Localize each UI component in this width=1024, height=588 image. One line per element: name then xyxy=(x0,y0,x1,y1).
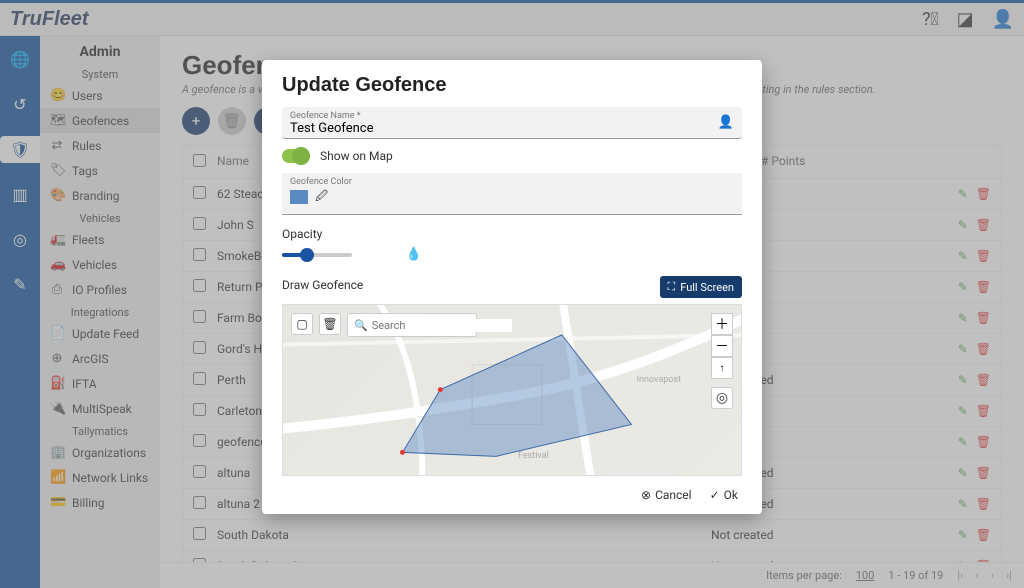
geofence-color-label: Geofence Color xyxy=(290,177,734,187)
slider-thumb[interactable] xyxy=(300,248,314,262)
map-draw-rect-icon[interactable]: ▢ xyxy=(291,313,313,335)
ok-button[interactable]: ✓ Ok xyxy=(710,488,738,502)
opacity-label: Opacity xyxy=(282,227,742,241)
show-on-map-toggle[interactable] xyxy=(282,149,310,163)
cancel-icon: ⊗ xyxy=(641,488,651,502)
cancel-button[interactable]: ⊗ Cancel xyxy=(641,488,692,502)
map-delete-icon[interactable]: 🗑 xyxy=(319,313,341,335)
zoom-in-button[interactable]: ＋ xyxy=(711,313,733,335)
map-search-box[interactable]: 🔍 xyxy=(347,313,477,337)
show-on-map-label: Show on Map xyxy=(320,149,393,163)
modal-overlay[interactable]: Update Geofence Geofence Name * 👤 Show o… xyxy=(0,0,1024,588)
geofence-name-input[interactable] xyxy=(290,121,734,136)
modal-title: Update Geofence xyxy=(282,74,742,97)
locate-button[interactable]: ◎ xyxy=(711,387,733,409)
zoom-out-button[interactable]: － xyxy=(711,335,733,357)
geofence-name-field[interactable]: Geofence Name * 👤 xyxy=(282,107,742,139)
map-label-innovapost: Innovapost xyxy=(637,375,681,385)
map-canvas[interactable]: Innovapost Festival ▢ 🗑 🔍 ＋ － ↑ ◎ xyxy=(282,304,742,476)
fullscreen-button[interactable]: ⛶ Full Screen xyxy=(660,276,742,298)
zoom-reset-button[interactable]: ↑ xyxy=(711,357,733,379)
map-label-festival: Festival xyxy=(518,451,549,461)
geofence-name-label: Geofence Name * xyxy=(290,111,734,121)
geofence-color-field[interactable]: Geofence Color 🖉 xyxy=(282,173,742,215)
draw-geofence-label: Draw Geofence xyxy=(282,278,363,292)
search-icon: 🔍 xyxy=(354,319,368,332)
update-geofence-modal: Update Geofence Geofence Name * 👤 Show o… xyxy=(262,60,762,514)
color-swatch[interactable] xyxy=(290,190,308,204)
opacity-badge-icon: 💧 xyxy=(406,247,422,262)
opacity-slider[interactable] xyxy=(282,253,352,257)
check-icon: ✓ xyxy=(710,488,720,502)
fullscreen-icon: ⛶ xyxy=(668,280,676,294)
map-search-input[interactable] xyxy=(372,319,512,332)
color-eyedropper-icon[interactable]: 🖉 xyxy=(315,189,328,203)
assign-icon[interactable]: 👤 xyxy=(718,115,734,130)
